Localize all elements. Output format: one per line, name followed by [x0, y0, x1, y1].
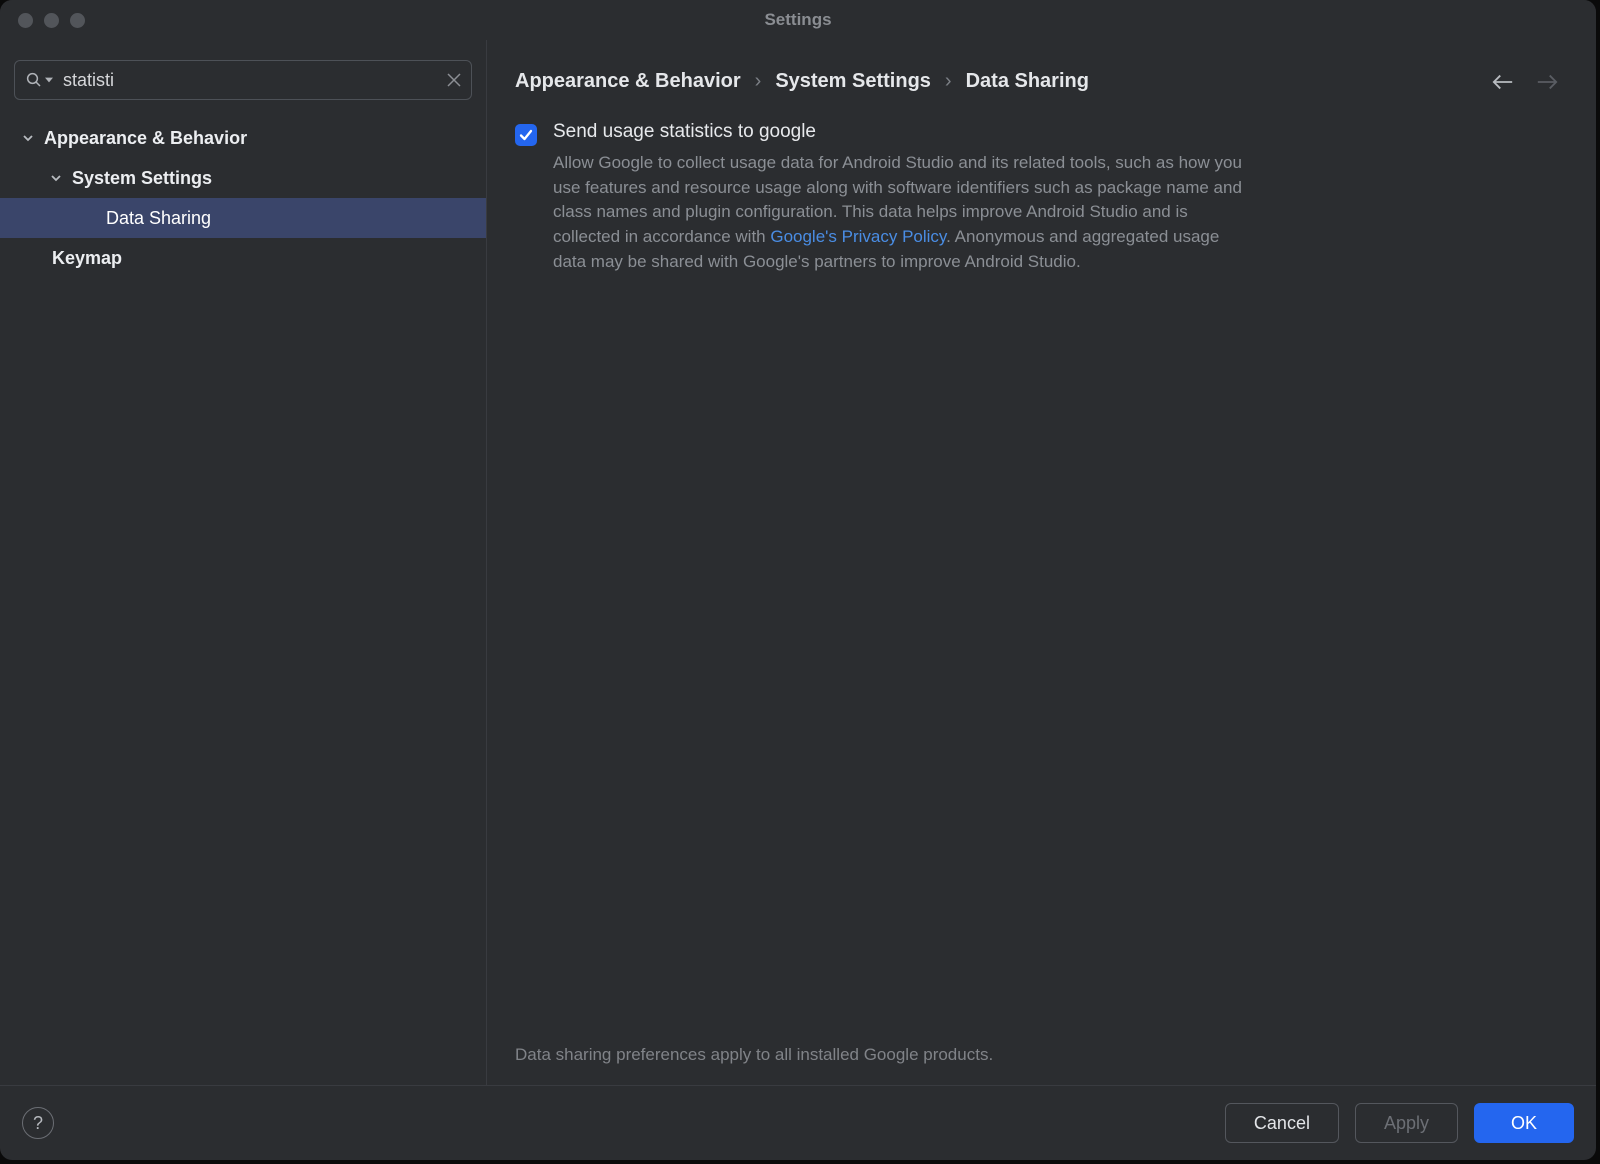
search-icon — [25, 71, 53, 89]
close-window-icon[interactable] — [18, 13, 33, 28]
breadcrumb-segment[interactable]: System Settings — [775, 70, 931, 93]
zoom-window-icon[interactable] — [70, 13, 85, 28]
settings-window: Settings — [0, 0, 1596, 1160]
tree-item-label: Keymap — [52, 248, 122, 269]
send-usage-stats-checkbox[interactable] — [515, 124, 537, 146]
tree-item-data-sharing[interactable]: Data Sharing — [0, 198, 486, 238]
apply-button: Apply — [1355, 1103, 1458, 1143]
content-body: Send usage statistics to google Allow Go… — [487, 111, 1596, 1045]
back-icon[interactable] — [1492, 73, 1514, 91]
tree-item-appearance[interactable]: Appearance & Behavior — [0, 118, 486, 158]
breadcrumb-segment[interactable]: Appearance & Behavior — [515, 70, 741, 93]
option-title: Send usage statistics to google — [553, 121, 1253, 143]
window-title: Settings — [0, 10, 1596, 30]
window-controls — [0, 13, 85, 28]
help-icon: ? — [33, 1113, 43, 1134]
content-pane: Appearance & Behavior › System Settings … — [487, 40, 1596, 1085]
chevron-right-icon: › — [755, 70, 762, 93]
cancel-button[interactable]: Cancel — [1225, 1103, 1339, 1143]
breadcrumb: Appearance & Behavior › System Settings … — [515, 70, 1089, 93]
sidebar: Appearance & Behavior System Settings Da… — [0, 40, 487, 1085]
button-bar: ? Cancel Apply OK — [0, 1085, 1596, 1160]
search-box[interactable] — [14, 60, 472, 100]
send-usage-stats-option: Send usage statistics to google Allow Go… — [515, 121, 1568, 274]
help-button[interactable]: ? — [22, 1107, 54, 1139]
footer-note: Data sharing preferences apply to all in… — [487, 1045, 1596, 1085]
forward-icon — [1536, 73, 1558, 91]
tree-item-label: System Settings — [72, 168, 212, 189]
nav-arrows — [1492, 73, 1568, 91]
tree-item-label: Data Sharing — [106, 208, 211, 229]
chevron-right-icon: › — [945, 70, 952, 93]
settings-tree: Appearance & Behavior System Settings Da… — [0, 114, 486, 1085]
tree-item-keymap[interactable]: Keymap — [0, 238, 486, 278]
clear-search-icon[interactable] — [447, 73, 461, 87]
check-icon — [519, 128, 533, 142]
chevron-down-icon — [50, 172, 72, 184]
ok-button[interactable]: OK — [1474, 1103, 1574, 1143]
search-input[interactable] — [63, 70, 437, 91]
breadcrumb-segment: Data Sharing — [966, 70, 1089, 93]
titlebar: Settings — [0, 0, 1596, 40]
chevron-down-icon — [22, 132, 44, 144]
tree-item-label: Appearance & Behavior — [44, 128, 247, 149]
tree-item-system-settings[interactable]: System Settings — [0, 158, 486, 198]
body: Appearance & Behavior System Settings Da… — [0, 40, 1596, 1085]
option-description: Allow Google to collect usage data for A… — [553, 151, 1253, 274]
content-header: Appearance & Behavior › System Settings … — [487, 40, 1596, 111]
privacy-policy-link[interactable]: Google's Privacy Policy — [770, 227, 946, 246]
minimize-window-icon[interactable] — [44, 13, 59, 28]
